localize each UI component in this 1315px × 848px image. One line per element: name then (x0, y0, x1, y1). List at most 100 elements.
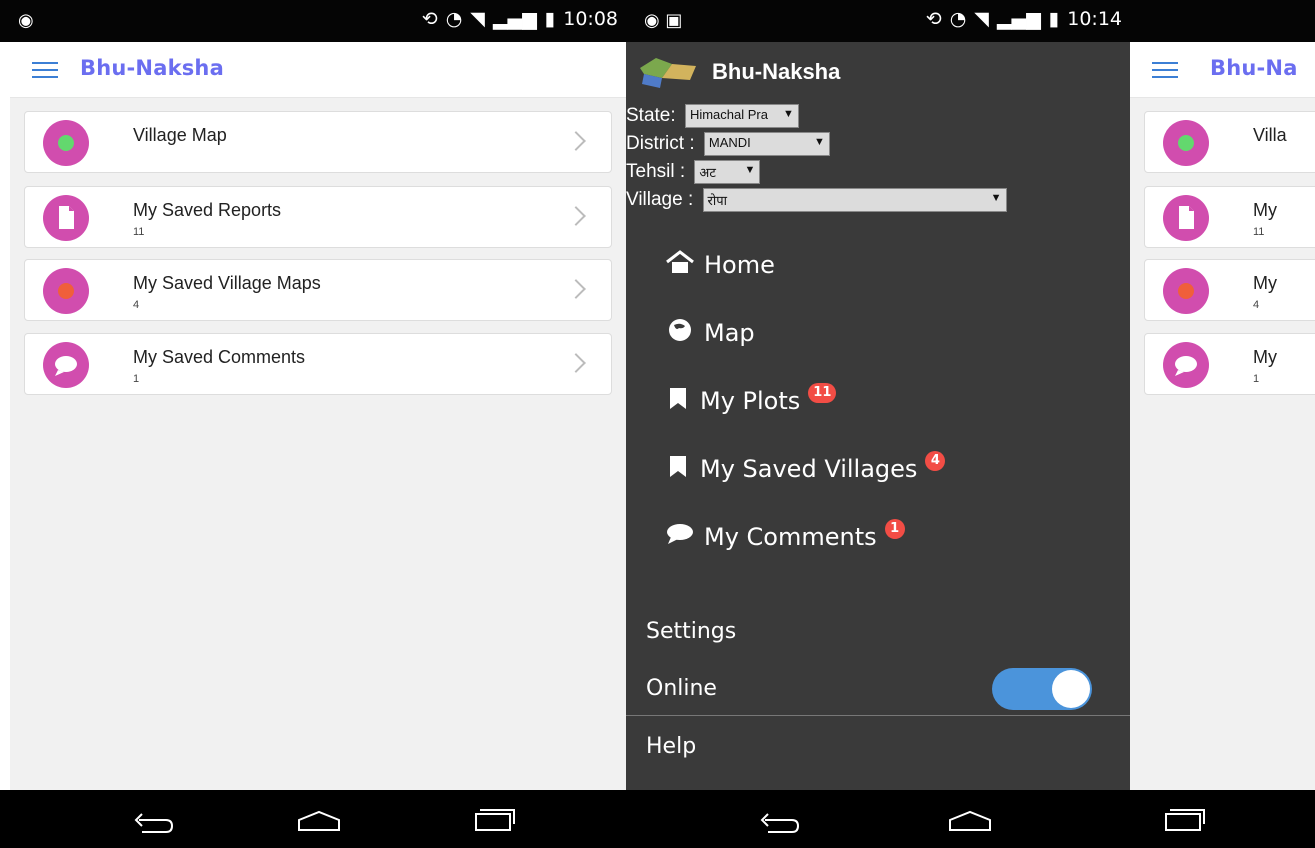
card-count: 11 (133, 226, 145, 238)
status-time: 10:14 (1067, 8, 1122, 30)
wifi-icon: ◥ (974, 8, 989, 30)
village-label: Village : (626, 189, 694, 211)
tehsil-select[interactable]: अट ▼ (694, 160, 761, 184)
district-field: District : MANDI ▼ (626, 132, 830, 156)
menu-item-map[interactable]: Map (664, 316, 755, 350)
bookmark-icon (664, 384, 692, 418)
signal-icon: ▂▄▆ (492, 8, 537, 30)
chevron-right-icon (566, 279, 586, 299)
saved-comments-card[interactable]: My 1 (1144, 333, 1315, 395)
home-icon (664, 248, 696, 282)
dashboard-list: Villa My 11 My 4 My 1 (1130, 98, 1315, 790)
battery-icon: ▮ (1048, 8, 1060, 30)
menu-icon[interactable] (1152, 62, 1178, 80)
village-field: Village : रोपा ▼ (626, 188, 1007, 212)
map-pin-icon (1163, 268, 1209, 314)
state-select[interactable]: Himachal Pra ▼ (684, 104, 799, 128)
tehsil-field: Tehsil : अट ▼ (626, 160, 761, 184)
tehsil-label: Tehsil : (626, 161, 686, 183)
village-select[interactable]: रोपा ▼ (702, 188, 1007, 212)
online-label: Online (646, 676, 717, 701)
saved-reports-card[interactable]: My Saved Reports 11 (24, 186, 612, 248)
card-title: My Saved Reports (133, 200, 282, 220)
phone-screen-right: Bhu-Na Villa My 11 My 4 My 1 (1130, 0, 1315, 848)
card-title: My (1253, 273, 1277, 293)
app-title: Bhu-Naksha (80, 56, 224, 80)
saved-village-maps-card[interactable]: My Saved Village Maps 4 (24, 259, 612, 321)
menu-item-home[interactable]: Home (664, 248, 775, 282)
menu-item-my-saved-villages[interactable]: My Saved Villages 4 (664, 451, 946, 486)
status-time: 10:08 (563, 8, 618, 30)
globe-icon (1163, 120, 1209, 166)
district-label: District : (626, 133, 695, 155)
village-map-card[interactable]: Villa (1144, 111, 1315, 173)
battery-icon: ▮ (544, 8, 556, 30)
app-title: Bhu-Na (1210, 56, 1298, 80)
back-button[interactable] (726, 790, 816, 848)
card-title: Villa (1253, 125, 1287, 145)
system-nav-bar (0, 790, 626, 848)
status-bar (1130, 0, 1315, 42)
saved-comments-card[interactable]: My Saved Comments 1 (24, 333, 612, 395)
drawer-header: Bhu-Naksha (634, 54, 840, 90)
status-bar: ◉ ▣ ⟲ ◔ ◥ ▂▄▆ ▮ 10:14 (626, 0, 1130, 42)
phone-screen-middle: ◉ ▣ ⟲ ◔ ◥ ▂▄▆ ▮ 10:14 Bhu-Naksha State: … (626, 0, 1130, 848)
card-title: My (1253, 200, 1277, 220)
state-field: State: Himachal Pra ▼ (626, 104, 799, 128)
chevron-right-icon (566, 206, 586, 226)
system-nav-bar (626, 790, 1130, 848)
card-title: My Saved Comments (133, 347, 306, 367)
saved-reports-card[interactable]: My 11 (1144, 186, 1315, 248)
camera-icon: ◉ (18, 10, 34, 31)
card-count: 1 (1253, 373, 1260, 385)
chevron-right-icon (566, 131, 586, 151)
online-toggle[interactable] (992, 668, 1092, 710)
system-nav-bar (1130, 790, 1315, 848)
card-count: 1 (133, 373, 140, 385)
village-map-card[interactable]: Village Map (24, 111, 612, 173)
district-select[interactable]: MANDI ▼ (703, 132, 830, 156)
sync-icon: ⟲ (421, 8, 438, 30)
recents-button[interactable] (1130, 790, 1220, 848)
alarm-icon: ◔ (949, 8, 967, 30)
recents-button[interactable] (440, 790, 530, 848)
count-badge: 1 (884, 519, 905, 539)
menu-item-my-plots[interactable]: My Plots 11 (664, 383, 837, 418)
map-pin-icon (43, 268, 89, 314)
divider (626, 715, 1130, 716)
bookmark-icon (664, 452, 692, 486)
count-badge: 4 (925, 451, 946, 471)
saved-village-maps-card[interactable]: My 4 (1144, 259, 1315, 321)
speech-bubble-icon (1163, 342, 1209, 388)
home-button[interactable] (916, 790, 1006, 848)
app-bar: Bhu-Na (1130, 42, 1315, 98)
card-title: My Saved Village Maps (133, 273, 321, 293)
dropdown-arrow-icon: ▼ (744, 164, 756, 176)
back-button[interactable] (100, 790, 190, 848)
card-count: 11 (1253, 226, 1265, 238)
dropdown-arrow-icon: ▼ (990, 192, 1002, 204)
menu-icon[interactable] (32, 62, 58, 80)
app-bar: Bhu-Naksha (10, 42, 626, 98)
globe-icon (664, 316, 696, 350)
wifi-icon: ◥ (470, 8, 485, 30)
document-icon (1163, 195, 1209, 241)
home-button[interactable] (265, 790, 355, 848)
menu-item-my-comments[interactable]: My Comments 1 (664, 519, 905, 554)
card-count: 4 (133, 299, 140, 311)
bhu-naksha-logo-icon (640, 58, 696, 88)
card-title: Village Map (133, 125, 227, 145)
dashboard-list: Village Map My Saved Reports 11 My Saved… (10, 98, 626, 790)
state-label: State: (626, 105, 676, 127)
help-link[interactable]: Help (646, 734, 696, 759)
chevron-right-icon (566, 353, 586, 373)
card-count: 4 (1253, 299, 1260, 311)
navigation-drawer: Bhu-Naksha State: Himachal Pra ▼ Distric… (626, 42, 1130, 790)
alarm-icon: ◔ (445, 8, 463, 30)
signal-icon: ▂▄▆ (996, 8, 1041, 30)
camera-icon: ◉ ▣ (644, 10, 683, 31)
sync-icon: ⟲ (925, 8, 942, 30)
globe-icon (43, 120, 89, 166)
phone-screen-left: ◉ ⟲ ◔ ◥ ▂▄▆ ▮ 10:08 Bhu-Naksha Village M… (0, 0, 626, 848)
dropdown-arrow-icon: ▼ (814, 136, 825, 148)
